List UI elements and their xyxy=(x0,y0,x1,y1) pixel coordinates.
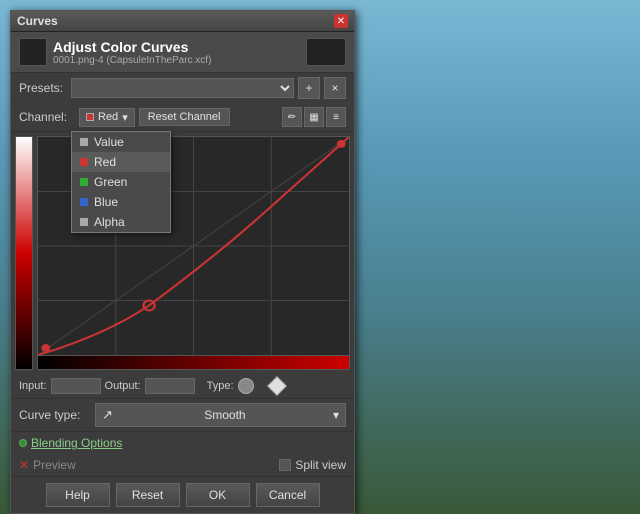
header-info: Adjust Color Curves 0001.png-4 (CapsuleI… xyxy=(53,39,300,66)
type-label: Type: xyxy=(207,380,234,392)
curvetype-label: Curve type: xyxy=(19,408,91,422)
presets-remove-button[interactable]: × xyxy=(324,77,346,99)
blending-link[interactable]: Blending Options xyxy=(31,436,122,450)
help-button[interactable]: Help xyxy=(46,483,110,507)
dropdown-dot-red xyxy=(80,158,88,166)
header-icon xyxy=(19,38,47,66)
close-button[interactable]: ✕ xyxy=(334,14,348,28)
preview-label[interactable]: Preview xyxy=(33,458,275,472)
dropdown-label-alpha: Alpha xyxy=(94,215,125,229)
channel-label: Channel: xyxy=(19,110,75,124)
channel-dropdown-arrow: ▾ xyxy=(122,111,128,124)
dropdown-dot-alpha xyxy=(80,218,88,226)
header-thumbnail xyxy=(306,38,346,66)
split-view-label: Split view xyxy=(295,458,346,472)
channel-icon-grid[interactable]: ▦ xyxy=(304,107,324,127)
blending-dot xyxy=(19,439,27,447)
ok-button[interactable]: OK xyxy=(186,483,250,507)
curve-y-gradient xyxy=(15,136,33,370)
dropdown-dot-value xyxy=(80,138,88,146)
reset-button[interactable]: Reset xyxy=(116,483,180,507)
output-label: Output: xyxy=(105,380,141,392)
header-subtitle: 0001.png-4 (CapsuleInTheParc.xcf) xyxy=(53,55,300,66)
header-title: Adjust Color Curves xyxy=(53,39,300,55)
dropdown-item-alpha[interactable]: Alpha xyxy=(72,212,170,232)
dialog-title: Curves xyxy=(17,14,58,28)
curvetype-arrow: ▾ xyxy=(333,408,339,422)
dropdown-label-blue: Blue xyxy=(94,195,118,209)
preview-x-icon: ✕ xyxy=(19,458,29,472)
type-circle-button[interactable] xyxy=(238,378,254,394)
presets-select[interactable] xyxy=(71,78,294,98)
channel-row: Channel: Red ▾ Reset Channel ✏ ▦ ≡ Value… xyxy=(11,103,354,132)
dropdown-label-value: Value xyxy=(94,135,124,149)
button-row: Help Reset OK Cancel xyxy=(11,476,354,513)
channel-icon-more[interactable]: ≡ xyxy=(326,107,346,127)
dropdown-label-green: Green xyxy=(94,175,127,189)
dropdown-item-value[interactable]: Value xyxy=(72,132,170,152)
curve-x-gradient xyxy=(37,356,350,370)
dropdown-item-blue[interactable]: Blue xyxy=(72,192,170,212)
channel-icon-group: ✏ ▦ ≡ xyxy=(282,107,346,127)
curve-area xyxy=(11,132,354,374)
channel-icon-pencil[interactable]: ✏ xyxy=(282,107,302,127)
presets-row: Presets: + × xyxy=(11,73,354,103)
presets-add-button[interactable]: + xyxy=(298,77,320,99)
dropdown-dot-green xyxy=(80,178,88,186)
presets-label: Presets: xyxy=(19,81,67,95)
input-value[interactable] xyxy=(51,378,101,394)
curvetype-select[interactable]: ↗ Smooth ▾ xyxy=(95,403,346,427)
channel-reset-button[interactable]: Reset Channel xyxy=(139,108,230,126)
curves-dialog: Curves ✕ Adjust Color Curves 0001.png-4 … xyxy=(10,10,355,514)
channel-value: Red xyxy=(98,111,118,123)
dialog-header: Adjust Color Curves 0001.png-4 (CapsuleI… xyxy=(11,32,354,73)
dropdown-item-red[interactable]: Red xyxy=(72,152,170,172)
curvetype-icon: ↗ xyxy=(102,407,113,423)
input-label: Input: xyxy=(19,380,47,392)
dropdown-item-green[interactable]: Green xyxy=(72,172,170,192)
dropdown-label-red: Red xyxy=(94,155,116,169)
io-row: Input: Output: Type: xyxy=(11,374,354,398)
channel-select-button[interactable]: Red ▾ xyxy=(79,108,135,127)
curvetype-row: Curve type: ↗ Smooth ▾ xyxy=(11,398,354,431)
curvetype-value: Smooth xyxy=(204,408,245,422)
type-diamond-button[interactable] xyxy=(267,376,287,396)
output-value[interactable] xyxy=(145,378,195,394)
title-bar: Curves ✕ xyxy=(11,11,354,32)
split-view-checkbox[interactable] xyxy=(279,459,291,471)
cancel-button[interactable]: Cancel xyxy=(256,483,320,507)
dropdown-dot-blue xyxy=(80,198,88,206)
channel-color-dot xyxy=(86,113,94,121)
preview-row: ✕ Preview Split view xyxy=(11,454,354,476)
channel-dropdown: Value Red Green Blue Alpha xyxy=(71,131,171,233)
blending-row: Blending Options xyxy=(11,431,354,454)
